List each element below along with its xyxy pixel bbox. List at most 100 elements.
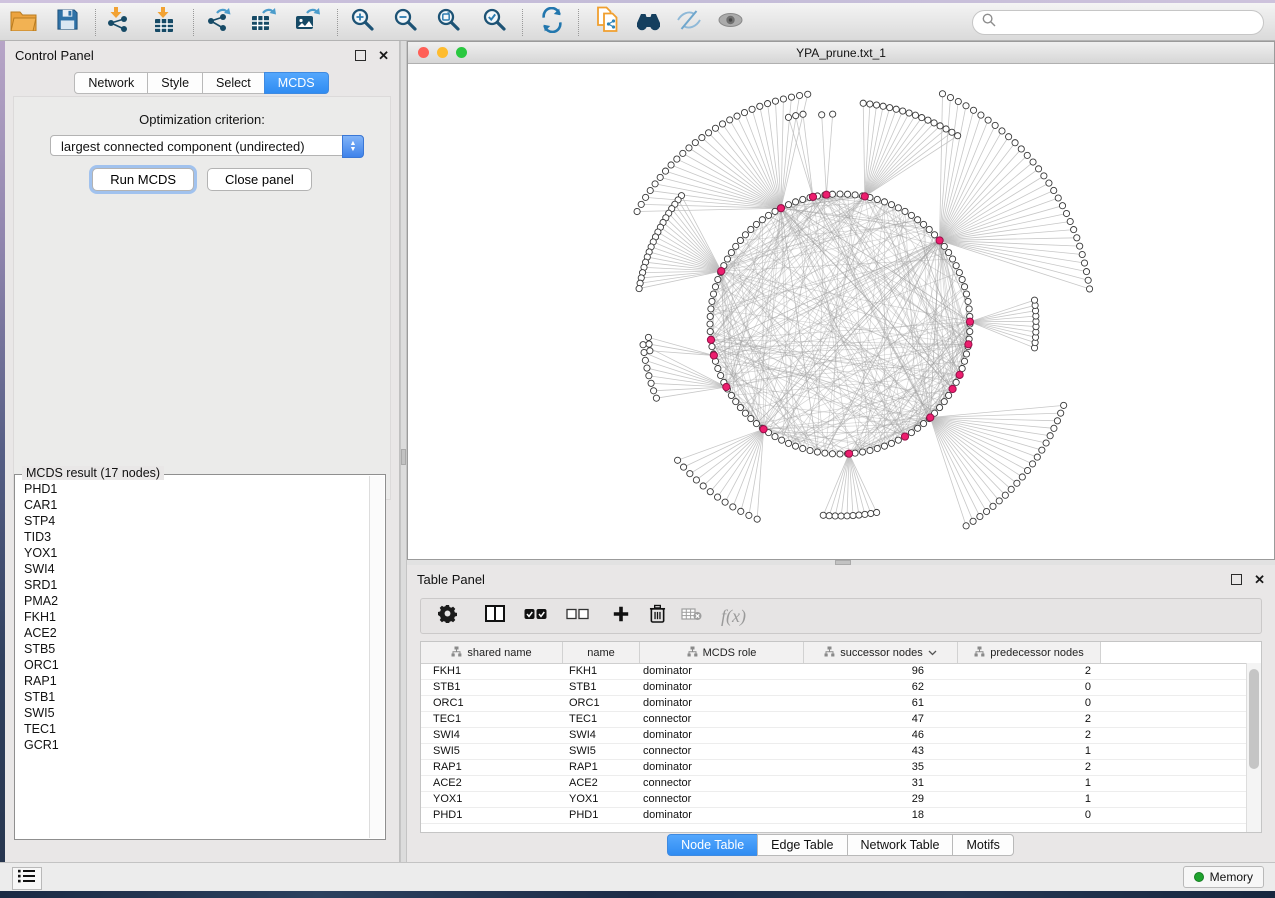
mcds-result-item[interactable]: GCR1 (24, 737, 368, 753)
eye-slash-icon (676, 8, 702, 37)
mcds-result-item[interactable]: TID3 (24, 529, 368, 545)
select-all-checkboxes-button[interactable] (524, 607, 547, 625)
column-header-successor-nodes[interactable]: successor nodes (804, 642, 958, 663)
tab-mcds[interactable]: MCDS (264, 72, 329, 94)
table-cell: 29 (804, 791, 958, 807)
mcds-result-item[interactable]: TEC1 (24, 721, 368, 737)
network-window-titlebar[interactable]: YPA_prune.txt_1 (408, 42, 1274, 64)
zoom-selected-icon (482, 7, 507, 37)
run-mcds-button[interactable]: Run MCDS (92, 168, 194, 191)
settings-gear-button[interactable] (438, 604, 457, 628)
export-network-button[interactable] (200, 6, 236, 38)
table-row[interactable]: ORC1ORC1dominator610 (421, 695, 1246, 712)
zoom-selected-button[interactable] (476, 6, 512, 38)
first-neighbors-button[interactable] (630, 6, 666, 38)
column-header-predecessor-nodes[interactable]: predecessor nodes (958, 642, 1101, 663)
table-row[interactable]: YOX1YOX1connector291 (421, 791, 1246, 808)
float-panel-icon[interactable] (355, 50, 366, 61)
criterion-dropdown[interactable]: largest connected component (undirected)… (50, 135, 364, 156)
mcds-result-item[interactable]: PHD1 (24, 481, 368, 497)
mcds-result-item[interactable]: STP4 (24, 513, 368, 529)
memory-button[interactable]: Memory (1183, 866, 1264, 888)
delete-table-button[interactable] (681, 607, 702, 626)
tab-node-table[interactable]: Node Table (667, 834, 758, 856)
vertical-splitter[interactable] (400, 41, 407, 862)
tab-select[interactable]: Select (202, 72, 265, 94)
export-table-button[interactable] (245, 6, 281, 38)
column-header-MCDS-role[interactable]: MCDS role (640, 642, 804, 663)
table-row[interactable]: SWI5SWI5connector431 (421, 743, 1246, 760)
tab-edge-table[interactable]: Edge Table (757, 834, 847, 856)
mcds-result-item[interactable]: SWI4 (24, 561, 368, 577)
zoom-in-button[interactable] (344, 6, 380, 38)
table-row[interactable]: STB1STB1dominator620 (421, 679, 1246, 696)
close-panel-icon[interactable]: ✕ (1254, 573, 1265, 586)
network-canvas[interactable] (408, 64, 1274, 560)
tab-network-table[interactable]: Network Table (847, 834, 954, 856)
show-graphics-details-button[interactable] (712, 6, 748, 38)
tab-network[interactable]: Network (74, 72, 148, 94)
table-panel-title: Table Panel (417, 572, 485, 587)
app-window: Control Panel ✕ Network Style Select MCD… (0, 0, 1275, 898)
mcds-result-item[interactable]: STB1 (24, 689, 368, 705)
table-row[interactable]: PHD1PHD1dominator180 (421, 807, 1246, 824)
mcds-result-item[interactable]: ORC1 (24, 657, 368, 673)
table-row[interactable]: FKH1FKH1dominator962 (421, 663, 1246, 680)
minimize-window-button[interactable] (437, 47, 448, 58)
table-row[interactable]: SWI4SWI4dominator462 (421, 727, 1246, 744)
add-column-button[interactable] (612, 605, 630, 628)
mcds-result-item[interactable]: PMA2 (24, 593, 368, 609)
open-file-button[interactable] (5, 6, 41, 38)
mcds-result-item[interactable]: SWI5 (24, 705, 368, 721)
table-cell: SWI4 (421, 727, 563, 743)
table-row[interactable]: RAP1RAP1dominator352 (421, 759, 1246, 776)
tab-style[interactable]: Style (147, 72, 203, 94)
mcds-result-item[interactable]: FKH1 (24, 609, 368, 625)
scrollbar-thumb[interactable] (1249, 669, 1259, 769)
delete-column-button[interactable] (649, 604, 666, 628)
network-view-window: YPA_prune.txt_1 (407, 41, 1275, 560)
show-columns-button[interactable] (485, 605, 505, 627)
column-header-name[interactable]: name (563, 642, 640, 663)
tab-motifs[interactable]: Motifs (952, 834, 1013, 856)
table-cell: dominator (640, 727, 804, 743)
table-cell: FKH1 (563, 663, 640, 679)
column-header-shared-name[interactable]: shared name (421, 642, 563, 663)
function-builder-button[interactable]: f(x) (721, 606, 746, 627)
table-scrollbar[interactable] (1246, 663, 1261, 832)
mcds-result-item[interactable]: SRD1 (24, 577, 368, 593)
mcds-result-item[interactable]: CAR1 (24, 497, 368, 513)
mcds-result-item[interactable]: ACE2 (24, 625, 368, 641)
table-cell: 35 (804, 759, 958, 775)
mcds-result-item[interactable]: STB5 (24, 641, 368, 657)
criterion-value: largest connected component (undirected) (61, 139, 305, 154)
copy-network-button[interactable] (590, 6, 626, 38)
save-session-button[interactable] (49, 6, 85, 38)
zoom-out-button[interactable] (387, 6, 423, 38)
zoom-fit-button[interactable] (430, 6, 466, 38)
close-panel-icon[interactable]: ✕ (378, 49, 389, 62)
show-panels-button[interactable] (12, 867, 42, 890)
table-cell: 43 (804, 743, 958, 759)
refresh-view-button[interactable] (534, 6, 570, 38)
close-panel-button[interactable]: Close panel (207, 168, 312, 191)
import-network-button[interactable] (100, 6, 136, 38)
hide-graphics-details-button[interactable] (671, 6, 707, 38)
table-row[interactable]: TEC1TEC1connector472 (421, 711, 1246, 728)
table-cell: 18 (804, 807, 958, 823)
float-panel-icon[interactable] (1231, 574, 1242, 585)
close-window-button[interactable] (418, 47, 429, 58)
clear-all-checkboxes-button[interactable] (566, 607, 589, 625)
mcds-result-item[interactable]: YOX1 (24, 545, 368, 561)
table-row[interactable]: ACE2ACE2connector311 (421, 775, 1246, 792)
import-table-button[interactable] (147, 6, 183, 38)
maximize-window-button[interactable] (456, 47, 467, 58)
hierarchy-icon (974, 646, 985, 660)
delete-table-icon (681, 607, 702, 626)
mcds-result-list[interactable]: PHD1CAR1STP4TID3YOX1SWI4SRD1PMA2FKH1ACE2… (17, 481, 368, 837)
export-image-button[interactable] (289, 6, 325, 38)
mcds-result-item[interactable]: RAP1 (24, 673, 368, 689)
splitter-handle[interactable] (401, 449, 406, 465)
search-input[interactable] (1002, 15, 1254, 31)
mcds-result-scrollbar[interactable] (369, 476, 384, 838)
